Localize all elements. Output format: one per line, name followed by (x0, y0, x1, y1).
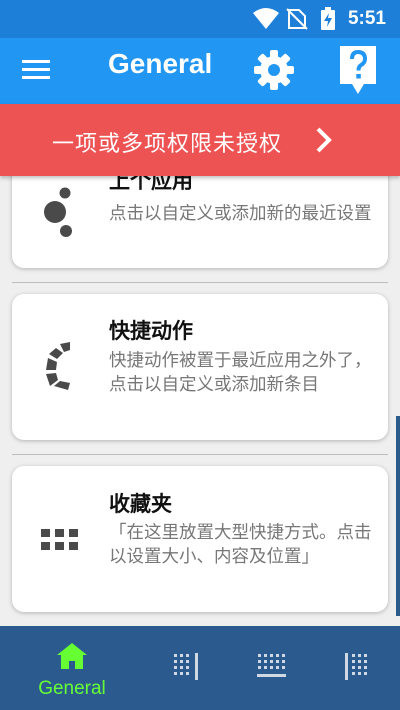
nav-item-layout-3[interactable] (330, 626, 386, 710)
nav-item-layout-2[interactable] (244, 626, 300, 710)
card-description: 点击以自定义或添加新的最近设置 (109, 204, 372, 224)
app-bar: General (0, 38, 400, 104)
grid-icon (41, 529, 78, 550)
help-button[interactable] (334, 42, 382, 98)
banner-text: 一项或多项权限未授权 (52, 132, 283, 157)
card-title: 快捷动作 (109, 319, 193, 343)
gear-icon (254, 50, 294, 90)
content-list[interactable]: 上个应用 点击以自定义或添加新的最近设置 快捷动作 快捷动作被置于最近应用之外了… (0, 176, 400, 626)
settings-button[interactable] (250, 46, 298, 94)
nav-item-general[interactable]: General (22, 626, 122, 710)
nav-item-layout-1[interactable] (160, 626, 216, 710)
scrollbar[interactable] (396, 416, 400, 616)
card-description: 快捷动作被置于最近应用之外了，点击以自定义或添加新条目 (109, 351, 372, 395)
chevron-right-icon (316, 127, 332, 153)
menu-icon (22, 60, 50, 79)
divider (12, 282, 388, 283)
recent-apps-icon (44, 187, 72, 237)
card-title: 收藏夹 (109, 492, 172, 516)
help-icon (340, 46, 376, 94)
divider (12, 454, 388, 455)
card-description: 「在这里放置大型快捷方式。点击以设置大小、内容及位置」 (109, 523, 372, 567)
nav-label: General (38, 678, 106, 699)
permission-banner[interactable]: 一项或多项权限未授权 (0, 104, 400, 176)
card-recent-apps[interactable]: 上个应用 点击以自定义或添加新的最近设置 (12, 176, 388, 268)
status-bar: 5:51 (0, 0, 400, 38)
quick-actions-icon (46, 342, 70, 390)
grid-layout-icon-1 (174, 653, 198, 680)
no-sim-icon (286, 8, 308, 30)
bottom-nav: General (0, 626, 400, 710)
page-title: General (108, 48, 213, 79)
menu-button[interactable] (18, 51, 58, 91)
card-favorites[interactable]: 收藏夹 「在这里放置大型快捷方式。点击以设置大小、内容及位置」 (12, 466, 388, 612)
grid-layout-icon-2 (257, 654, 286, 677)
grid-layout-icon-3 (345, 653, 367, 680)
status-time: 5:51 (347, 8, 386, 29)
battery-charging-icon (321, 7, 335, 30)
home-icon (57, 643, 87, 669)
wifi-icon (253, 8, 279, 29)
card-quick-actions[interactable]: 快捷动作 快捷动作被置于最近应用之外了，点击以自定义或添加新条目 (12, 294, 388, 440)
card-title: 上个应用 (109, 176, 193, 193)
